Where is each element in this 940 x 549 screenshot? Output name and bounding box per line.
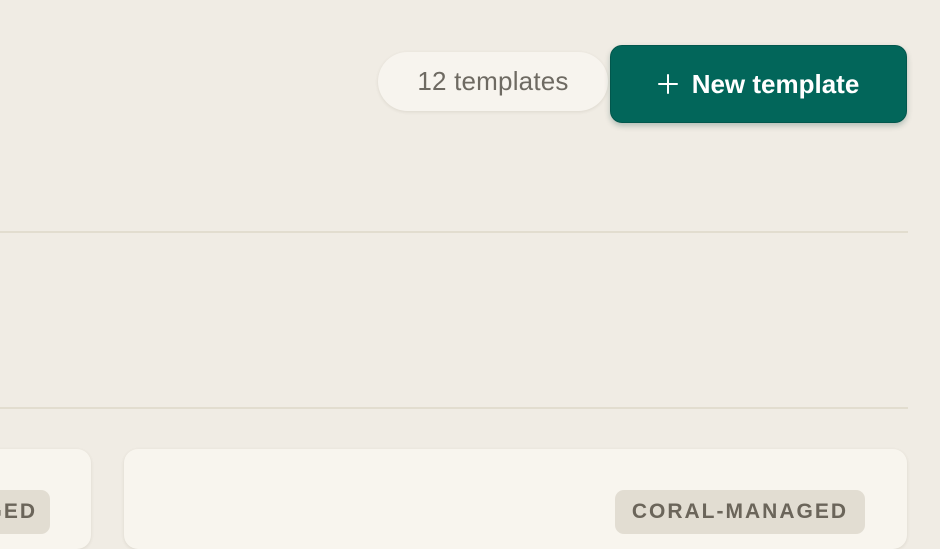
section-divider xyxy=(0,407,908,409)
managed-badge-label: CORAL-MANAGED xyxy=(631,500,848,523)
new-template-button-label: New template xyxy=(691,68,860,99)
new-template-button[interactable]: New template xyxy=(610,45,907,123)
section-divider xyxy=(0,231,908,233)
managed-badge: CORAL-MANAGED xyxy=(0,490,50,534)
plus-icon xyxy=(657,74,678,94)
template-card[interactable]: CORAL-MANAGED xyxy=(0,449,91,549)
template-card[interactable]: CORAL-MANAGED xyxy=(124,449,907,549)
template-count-pill: 12 templates xyxy=(378,52,608,111)
template-count-label: 12 templates xyxy=(417,66,569,96)
managed-badge-label: CORAL-MANAGED xyxy=(0,500,37,523)
managed-badge: CORAL-MANAGED xyxy=(614,490,865,534)
